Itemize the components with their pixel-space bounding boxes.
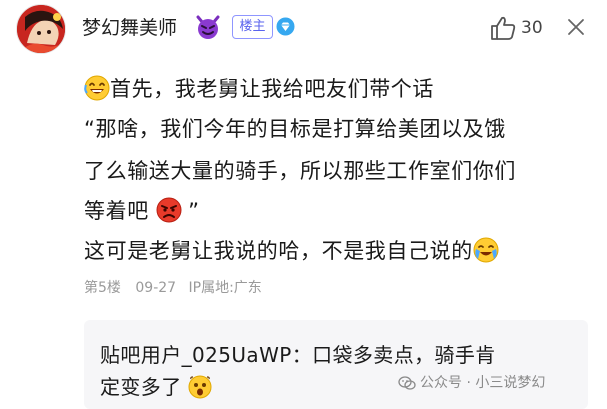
post-line-2: “那啥，我们今年的目标是打算给美团以及饿 [84, 117, 506, 141]
floor-number: 第5楼 [84, 280, 121, 296]
username[interactable]: 梦幻舞美师 [82, 16, 177, 40]
post-line-5-text: 这可是老舅让我说的哈，不是我自己说的 [84, 239, 473, 263]
watermark-text: 公众号 · 小三说梦幻 [420, 375, 546, 391]
post-date: 09-27 [135, 280, 177, 296]
post-meta: 第5楼 09-27 IP属地:广东 [84, 278, 262, 298]
post-line-1-text: 首先，我老舅让我给吧友们带个话 [110, 77, 434, 101]
reply-line-1: 贴吧用户_025UaWP：口袋多卖点，骑手肯 [100, 343, 496, 367]
post-line-5: 这可是老舅让我说的哈，不是我自己说的 [84, 236, 499, 266]
devil-icon [196, 15, 220, 39]
post-line-1: 首先，我老舅让我给吧友们带个话 [84, 74, 434, 104]
tears-emoji-icon [473, 237, 499, 263]
ip-location: IP属地:广东 [188, 280, 262, 296]
post-line-3: 了么输送大量的骑手，所以那些工作室们你们 [84, 159, 516, 183]
grin-emoji-icon [84, 75, 110, 101]
like-count: 30 [521, 18, 543, 38]
diamond-level-icon [276, 17, 295, 36]
wechat-icon [398, 376, 416, 390]
post-line-4-quote: ” [188, 199, 200, 223]
author-badge: 楼主 [232, 15, 273, 39]
avatar-image [17, 5, 65, 53]
angry-emoji-icon [156, 197, 182, 223]
avatar[interactable] [16, 4, 66, 54]
thumbs-up-icon[interactable] [489, 15, 517, 41]
reply-line-2: 定变多了 [100, 373, 212, 401]
post-line-4-text: 等着吧 [84, 199, 149, 223]
close-icon[interactable] [565, 16, 587, 38]
reply-line-2-text: 定变多了 [100, 375, 182, 399]
shocked-emoji-icon [188, 375, 212, 399]
post-line-4: 等着吧 ” [84, 196, 200, 226]
